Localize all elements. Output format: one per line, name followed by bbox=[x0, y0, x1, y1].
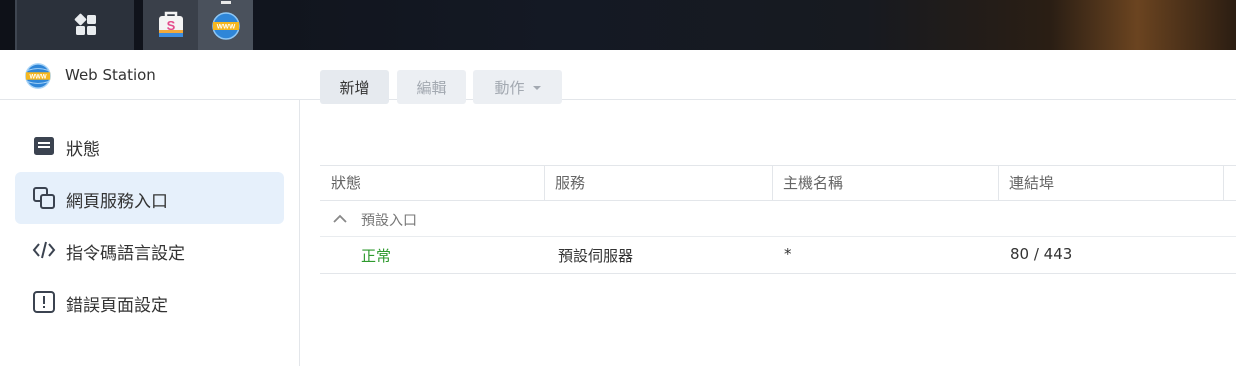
svg-text:S: S bbox=[167, 18, 176, 33]
edit-button[interactable]: 編輯 bbox=[397, 70, 466, 104]
column-header-status[interactable]: 狀態 bbox=[320, 166, 361, 200]
new-button[interactable]: 新增 bbox=[320, 70, 389, 104]
sidebar-item-label: 狀態 bbox=[66, 140, 100, 160]
group-label: 預設入口 bbox=[361, 213, 417, 229]
portal-icon bbox=[33, 187, 55, 209]
table-header: 狀態 服務 主機名稱 連結埠 bbox=[320, 165, 1236, 201]
column-header-hostname[interactable]: 主機名稱 bbox=[772, 166, 843, 200]
taskbar-app-web-station[interactable]: WWW bbox=[198, 0, 253, 50]
sidebar-item-label: 網頁服務入口 bbox=[66, 192, 168, 212]
main-menu-button[interactable] bbox=[15, 0, 134, 50]
table-row[interactable]: 正常 預設伺服器 * 80 / 443 bbox=[320, 237, 1236, 274]
cell-status: 正常 bbox=[361, 247, 392, 265]
taskbar-app-package-center[interactable]: S bbox=[143, 0, 198, 50]
sidebar-item-label: 錯誤頁面設定 bbox=[66, 296, 168, 316]
chevron-up-icon[interactable] bbox=[332, 211, 348, 227]
action-label: 動作 bbox=[494, 78, 525, 97]
active-app-indicator bbox=[221, 1, 231, 4]
sidebar-item-error-page[interactable]: 錯誤頁面設定 bbox=[15, 276, 284, 328]
www-globe-icon: WWW bbox=[25, 63, 51, 89]
window-titlebar: WWW Web Station bbox=[0, 50, 1236, 100]
sidebar-item-script-language[interactable]: 指令碼語言設定 bbox=[15, 224, 284, 276]
grid-icon bbox=[74, 13, 96, 35]
sidebar-item-label: 指令碼語言設定 bbox=[66, 244, 185, 264]
cell-service: 預設伺服器 bbox=[558, 247, 634, 265]
action-dropdown-button[interactable]: 動作 bbox=[473, 70, 562, 104]
taskbar: S WWW bbox=[0, 0, 1236, 50]
cell-port: 80 / 443 bbox=[1010, 245, 1073, 263]
chevron-down-icon bbox=[532, 86, 541, 90]
sidebar-item-status[interactable]: 狀態 bbox=[15, 120, 284, 172]
error-icon bbox=[33, 291, 55, 313]
svg-text:WWW: WWW bbox=[217, 24, 236, 31]
sidebar-item-web-portal[interactable]: 網頁服務入口 bbox=[15, 172, 284, 224]
table-group-row[interactable]: 預設入口 bbox=[320, 201, 1236, 237]
status-icon bbox=[34, 137, 54, 155]
column-header-port[interactable]: 連結埠 bbox=[998, 166, 1054, 200]
column-divider[interactable] bbox=[1223, 166, 1224, 200]
web-station-icon: WWW bbox=[212, 12, 240, 40]
code-icon bbox=[32, 241, 56, 259]
window-title: Web Station bbox=[65, 66, 156, 84]
svg-text:WWW: WWW bbox=[29, 74, 46, 80]
package-center-icon: S bbox=[159, 11, 183, 37]
sidebar: 狀態 網頁服務入口 指令碼語言設定 錯誤頁面設定 bbox=[0, 100, 300, 366]
column-header-service[interactable]: 服務 bbox=[544, 166, 585, 200]
cell-hostname: * bbox=[784, 245, 792, 263]
